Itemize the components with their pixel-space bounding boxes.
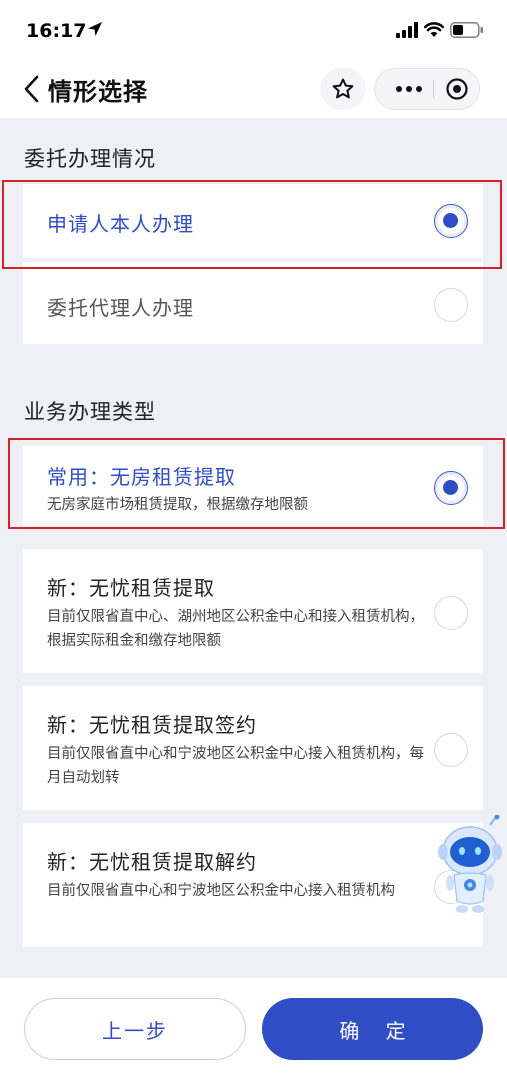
mini-program-capsule xyxy=(374,68,480,110)
signal-icon xyxy=(396,22,418,38)
option-description: 目前仅限省直中心和宁波地区公积金中心接入租赁机构，每月自动划转 xyxy=(47,746,424,786)
option-label: 委托代理人办理 xyxy=(47,296,194,320)
bottom-action-bar: 上一步 确 定 xyxy=(0,978,507,1080)
option-label: 申请人本人办理 xyxy=(47,212,194,236)
radio-agent[interactable] xyxy=(434,288,468,322)
section-title-business-type: 业务办理类型 xyxy=(24,400,156,424)
close-target-icon xyxy=(446,78,468,100)
star-icon xyxy=(332,78,354,99)
status-time: 16:17 xyxy=(26,20,87,42)
navigation-bar: 情形选择 xyxy=(0,60,507,118)
option-worry-free-sign[interactable]: 新：无忧租赁提取签约 目前仅限省直中心和宁波地区公积金中心接入租赁机构，每月自动… xyxy=(23,686,483,810)
option-description: 无房家庭市场租赁提取，根据缴存地限额 xyxy=(47,497,308,513)
section-title-entrust: 委托办理情况 xyxy=(24,147,156,171)
option-rent-withdrawal[interactable]: 常用：无房租赁提取 无房家庭市场租赁提取，根据缴存地限额 xyxy=(23,446,483,526)
option-worry-free-withdrawal[interactable]: 新：无忧租赁提取 目前仅限省直中心、湖州地区公积金中心和接入租赁机构，根据实际租… xyxy=(23,549,483,673)
option-description: 目前仅限省直中心、湖州地区公积金中心和接入租赁机构，根据实际租金和缴存地限额 xyxy=(47,609,424,649)
radio-worry-free-sign[interactable] xyxy=(434,733,468,767)
option-worry-free-cancel[interactable]: 新：无忧租赁提取解约 目前仅限省直中心和宁波地区公积金中心接入租赁机构 xyxy=(23,823,483,947)
battery-icon xyxy=(450,22,483,38)
wifi-icon xyxy=(424,22,444,37)
previous-step-button[interactable]: 上一步 xyxy=(24,998,246,1060)
favorite-button[interactable] xyxy=(320,68,366,110)
option-label: 新：无忧租赁提取签约 xyxy=(47,713,257,737)
location-arrow-icon xyxy=(88,22,102,36)
option-label: 新：无忧租赁提取 xyxy=(47,576,215,600)
back-chevron-icon[interactable] xyxy=(20,74,44,104)
option-description: 目前仅限省直中心和宁波地区公积金中心接入租赁机构 xyxy=(47,883,395,899)
capsule-divider xyxy=(433,80,434,99)
more-button[interactable] xyxy=(387,72,431,106)
close-mini-program-button[interactable] xyxy=(439,72,475,106)
confirm-button[interactable]: 确 定 xyxy=(262,998,483,1060)
option-label: 常用：无房租赁提取 xyxy=(47,465,236,489)
page-title: 情形选择 xyxy=(48,78,148,106)
option-agent[interactable]: 委托代理人办理 xyxy=(23,262,483,344)
radio-worry-free-withdrawal[interactable] xyxy=(434,596,468,630)
radio-rent-withdrawal[interactable] xyxy=(434,471,468,505)
option-label: 新：无忧租赁提取解约 xyxy=(47,850,257,874)
more-dots-icon xyxy=(396,86,422,92)
option-self[interactable]: 申请人本人办理 xyxy=(23,184,483,258)
header: 16:17 情形选择 xyxy=(0,0,507,118)
assistant-robot-icon[interactable] xyxy=(436,815,504,915)
status-bar: 16:17 xyxy=(0,0,507,60)
radio-self[interactable] xyxy=(434,204,468,238)
